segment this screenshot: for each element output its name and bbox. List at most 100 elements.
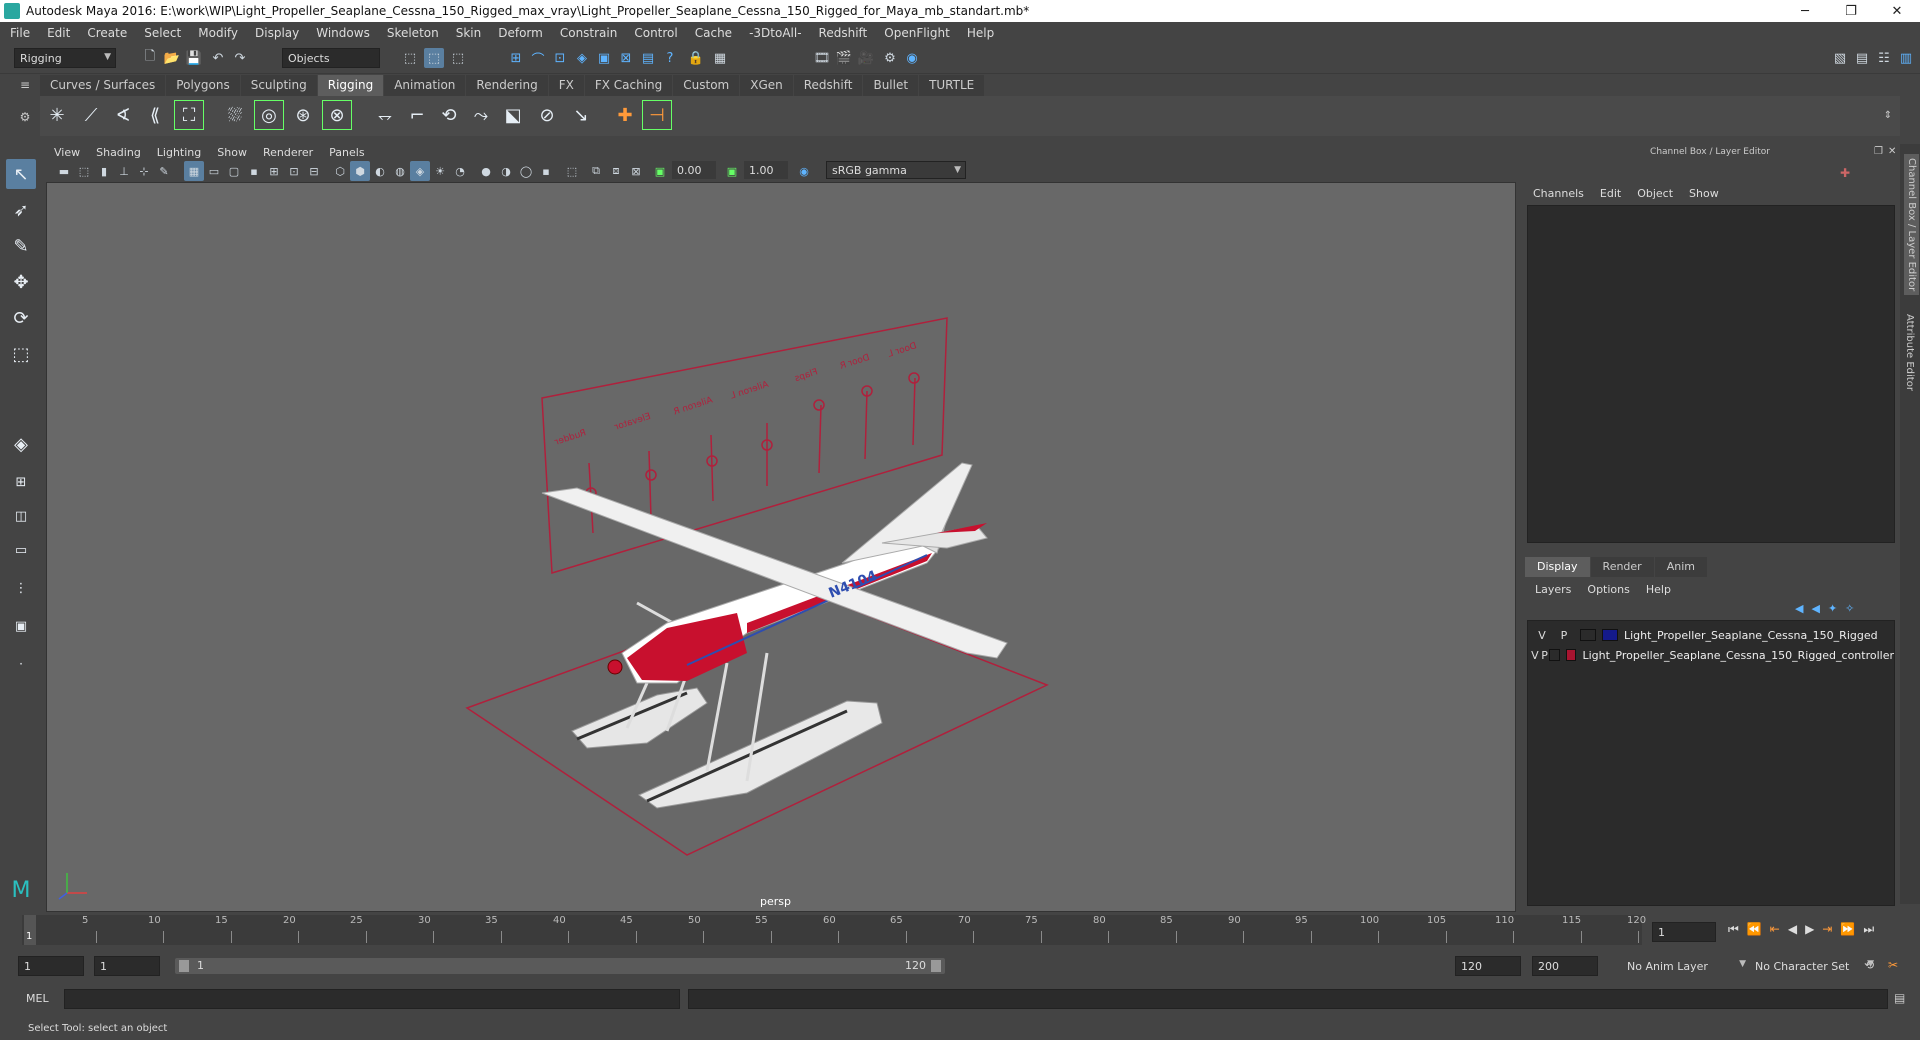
xray-joints-icon[interactable]: ⧉ — [586, 161, 606, 181]
scale-tool-icon[interactable]: ⬚ — [6, 339, 36, 369]
isolate-select-icon[interactable]: ⬚ — [562, 161, 582, 181]
exposure-icon[interactable]: ▣ — [650, 161, 670, 181]
construction-history-icon[interactable]: ▦ — [710, 48, 730, 68]
tab-fx[interactable]: FX — [548, 75, 584, 96]
two-pane-icon[interactable]: ◫ — [6, 501, 36, 531]
layer-visibility-toggle[interactable]: V — [1534, 629, 1550, 642]
symmetry-icon[interactable]: ? — [660, 48, 680, 68]
selection-mask-dropdown[interactable]: Objects — [282, 48, 380, 68]
move-layer-up-icon[interactable]: ◀ — [1795, 602, 1803, 615]
snap-edge-icon[interactable]: ▤ — [638, 48, 658, 68]
interactive-bind-icon[interactable]: ⊛ — [288, 100, 318, 130]
cb-menu-channels[interactable]: Channels — [1533, 187, 1584, 200]
le-menu-options[interactable]: Options — [1587, 583, 1629, 596]
le-menu-help[interactable]: Help — [1646, 583, 1671, 596]
xray-active-icon[interactable]: ⧈ — [606, 161, 626, 181]
joint-tool-icon[interactable]: ✳ — [42, 100, 72, 130]
auto-key-icon[interactable]: ⟲ — [1864, 958, 1874, 972]
four-pane-icon[interactable]: ⊞ — [6, 467, 36, 497]
character-set-dropdown[interactable]: No Character Set ▼ — [1750, 956, 1878, 976]
minimize-button[interactable]: ─ — [1782, 0, 1828, 22]
safe-action-icon[interactable]: ⊡ — [284, 161, 304, 181]
cluster-icon[interactable]: ⟲ — [434, 100, 464, 130]
step-forward-key-icon[interactable]: ⏩ — [1840, 922, 1855, 937]
time-slider[interactable]: 1 5 10 15 20 25 30 35 40 45 50 55 60 65 … — [22, 915, 1646, 945]
single-pane-icon[interactable]: ◈ — [6, 429, 36, 459]
restore-button[interactable]: ❐ — [1828, 0, 1874, 22]
menu-constrain[interactable]: Constrain — [560, 26, 618, 40]
current-frame-field[interactable]: 1 — [1652, 922, 1716, 942]
gamma-field[interactable]: 1.00 — [744, 161, 788, 179]
menu-deform[interactable]: Deform — [498, 26, 543, 40]
tab-polygons[interactable]: Polygons — [166, 75, 240, 96]
layer-row[interactable]: V P Light_Propeller_Seaplane_Cessna_150_… — [1528, 645, 1894, 665]
side-tab-attribute-editor[interactable]: Attribute Editor — [1904, 314, 1915, 391]
range-start-handle[interactable] — [179, 960, 189, 972]
select-object-icon[interactable]: ⬚ — [424, 48, 444, 68]
menu-openflight[interactable]: OpenFlight — [884, 26, 950, 40]
menu-3dtoall[interactable]: -3DtoAll- — [749, 26, 801, 40]
image-plane-icon[interactable]: ⊥ — [114, 161, 134, 181]
render-view-icon[interactable]: 🎞 — [812, 48, 832, 68]
menu-file[interactable]: File — [10, 26, 30, 40]
menu-help[interactable]: Help — [967, 26, 994, 40]
cb-menu-edit[interactable]: Edit — [1600, 187, 1621, 200]
tab-bullet[interactable]: Bullet — [863, 75, 919, 96]
menu-select[interactable]: Select — [144, 26, 181, 40]
le-menu-layers[interactable]: Layers — [1535, 583, 1571, 596]
save-scene-icon[interactable]: 💾 — [184, 48, 204, 68]
xray-icon[interactable]: ◔ — [450, 161, 470, 181]
animation-end-field[interactable]: 200 — [1532, 956, 1598, 976]
redo-icon[interactable]: ↷ — [230, 48, 250, 68]
wireframe-on-shaded-icon[interactable]: ◐ — [370, 161, 390, 181]
render-settings-icon[interactable]: ⚙ — [880, 48, 900, 68]
new-layer-icon[interactable]: ✦ — [1828, 602, 1837, 615]
tab-anim[interactable]: Anim — [1654, 557, 1707, 577]
grid-icon[interactable]: ▦ — [184, 161, 204, 181]
shelf-scroll-icon[interactable]: ⇕ — [1880, 100, 1896, 130]
menu-redshift[interactable]: Redshift — [819, 26, 868, 40]
open-scene-icon[interactable]: 📂 — [162, 48, 182, 68]
wireframe-icon[interactable]: ⬡ — [330, 161, 350, 181]
new-layer-selected-icon[interactable]: ✧ — [1845, 602, 1854, 615]
textured-icon[interactable]: ◍ — [390, 161, 410, 181]
select-hierarchy-icon[interactable]: ⬚ — [400, 48, 420, 68]
shelf-menu-icon[interactable]: ≡ — [14, 78, 36, 92]
orient-constraint-icon[interactable]: ⊣ — [642, 100, 672, 130]
blend-shape-icon[interactable]: ⥐ — [370, 100, 400, 130]
lattice-icon[interactable]: ⌐ — [402, 100, 432, 130]
preferences-icon[interactable]: ✂ — [1888, 958, 1898, 972]
channel-box-body[interactable] — [1527, 205, 1895, 543]
play-forwards-icon[interactable]: ▶ — [1805, 922, 1814, 937]
attribute-editor-toggle-icon[interactable]: ▤ — [1852, 48, 1872, 68]
lock-icon[interactable]: 🔒 — [686, 48, 706, 68]
exposure-field[interactable]: 0.00 — [672, 161, 716, 179]
film-gate-icon[interactable]: ▭ — [204, 161, 224, 181]
view-transform-dropdown[interactable]: sRGB gamma ▼ — [826, 161, 966, 179]
safe-title-icon[interactable]: ⊟ — [304, 161, 324, 181]
use-all-lights-icon[interactable]: ◈ — [410, 161, 430, 181]
menu-cache[interactable]: Cache — [695, 26, 732, 40]
new-scene-icon[interactable]: 🗋 — [140, 48, 160, 68]
move-layer-down-icon[interactable]: ◀ — [1811, 602, 1819, 615]
wire-deformer-icon[interactable]: ⤳ — [466, 100, 496, 130]
select-component-icon[interactable]: ⬚ — [448, 48, 468, 68]
range-end-handle[interactable] — [931, 960, 941, 972]
perspective-viewport[interactable]: Rudder Elevator Aileron R Aileron L Flap… — [46, 182, 1516, 912]
outliner-persp-icon[interactable]: ▭ — [6, 535, 36, 565]
shelf-settings-icon[interactable]: ⚙ — [14, 110, 36, 124]
camera-select-icon[interactable]: ▬ — [54, 161, 74, 181]
depth-of-field-icon[interactable]: ▪ — [536, 161, 556, 181]
tab-custom[interactable]: Custom — [673, 75, 740, 96]
lasso-tool-icon[interactable]: ➶ — [6, 195, 36, 225]
go-to-end-icon[interactable]: ⏭ — [1863, 922, 1874, 937]
graph-persp-icon[interactable]: ⋮ — [6, 573, 36, 603]
channel-box-toggle-icon[interactable]: ▥ — [1896, 48, 1916, 68]
color-management-icon[interactable]: ◉ — [794, 161, 814, 181]
snap-grid-icon[interactable]: ⊞ — [506, 48, 526, 68]
ik-spline-icon[interactable]: ∢ — [108, 100, 138, 130]
cb-menu-show[interactable]: Show — [1689, 187, 1719, 200]
range-slider[interactable]: 1 120 — [175, 958, 945, 974]
orient-joint-icon[interactable]: ⛶ — [174, 100, 204, 130]
tab-xgen[interactable]: XGen — [740, 75, 793, 96]
